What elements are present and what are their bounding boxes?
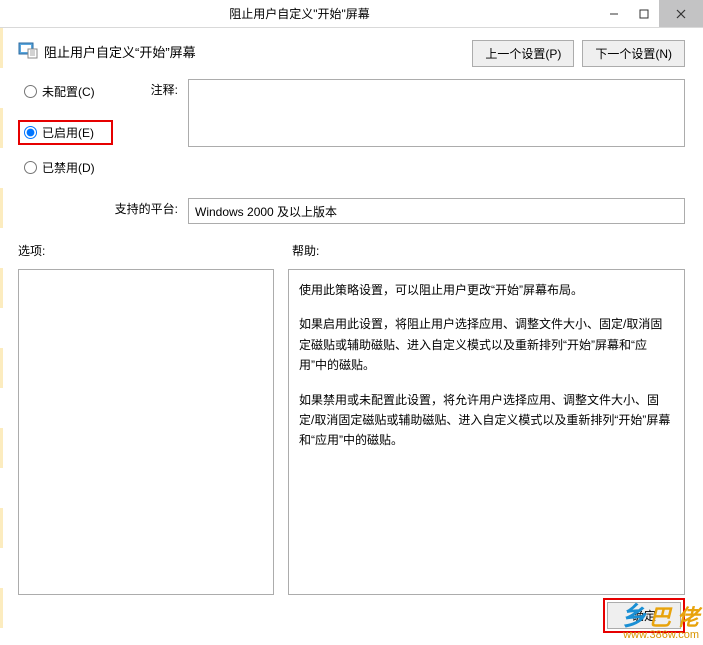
- close-button[interactable]: [659, 0, 703, 27]
- options-panel: [18, 269, 274, 595]
- options-label: 选项:: [18, 242, 274, 259]
- next-setting-button[interactable]: 下一个设置(N): [582, 40, 685, 67]
- help-panel: 使用此策略设置，可以阻止用户更改“开始”屏幕布局。 如果启用此设置，将阻止用户选…: [288, 269, 685, 595]
- radio-label: 已启用(E): [42, 124, 94, 141]
- policy-icon: [18, 40, 38, 60]
- help-paragraph: 使用此策略设置，可以阻止用户更改“开始”屏幕布局。: [299, 280, 674, 300]
- panel-headers: 选项: 帮助:: [18, 242, 685, 259]
- titlebar: 阻止用户自定义"开始"屏幕: [0, 0, 703, 28]
- dialog-content: 阻止用户自定义“开始”屏幕 上一个设置(P) 下一个设置(N) 未配置(C) 注…: [0, 28, 703, 645]
- previous-setting-button[interactable]: 上一个设置(P): [472, 40, 574, 67]
- radio-label: 未配置(C): [42, 83, 95, 100]
- window-controls: [599, 0, 703, 27]
- footer: 确定: [603, 598, 685, 633]
- radio-not-configured[interactable]: 未配置(C): [18, 79, 113, 104]
- radio-enabled[interactable]: 已启用(E): [18, 120, 113, 145]
- platform-label: 支持的平台:: [113, 198, 188, 217]
- window-title: 阻止用户自定义"开始"屏幕: [0, 5, 599, 22]
- help-paragraph: 如果禁用或未配置此设置，将允许用户选择应用、调整文件大小、固定/取消固定磁贴或辅…: [299, 390, 674, 451]
- radio-disabled[interactable]: 已禁用(D): [18, 155, 113, 180]
- comment-textarea[interactable]: [188, 79, 685, 147]
- panels: 使用此策略设置，可以阻止用户更改“开始”屏幕布局。 如果启用此设置，将阻止用户选…: [18, 269, 685, 595]
- comment-label: 注释:: [113, 79, 188, 98]
- help-paragraph: 如果启用此设置，将阻止用户选择应用、调整文件大小、固定/取消固定磁贴或辅助磁贴、…: [299, 314, 674, 375]
- minimize-button[interactable]: [599, 0, 629, 27]
- radio-label: 已禁用(D): [42, 159, 95, 176]
- radio-section: 未配置(C) 注释: 已启用(E) 已禁用(D) 支持的平台:: [18, 79, 685, 224]
- help-label: 帮助:: [292, 242, 685, 259]
- maximize-button[interactable]: [629, 0, 659, 27]
- policy-title: 阻止用户自定义“开始”屏幕: [44, 40, 472, 61]
- supported-platform-field: Windows 2000 及以上版本: [188, 198, 685, 224]
- ok-button[interactable]: 确定: [607, 602, 681, 629]
- header-row: 阻止用户自定义“开始”屏幕 上一个设置(P) 下一个设置(N): [18, 40, 685, 67]
